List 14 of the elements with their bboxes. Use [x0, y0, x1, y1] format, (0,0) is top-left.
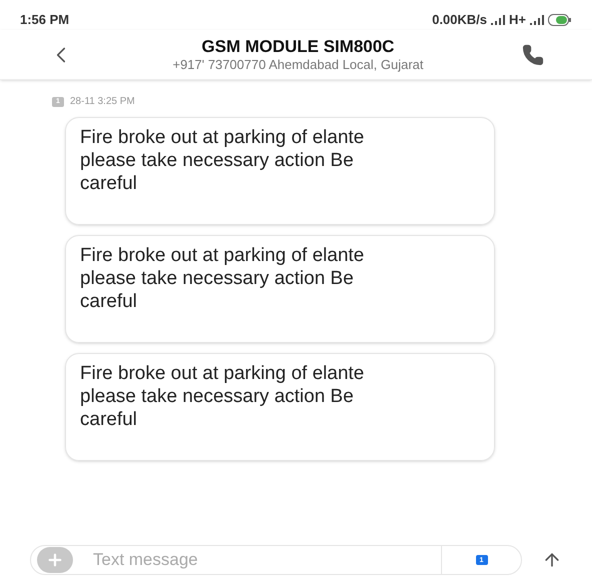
contact-title: GSM MODULE SIM800C — [202, 36, 394, 57]
network-speed: 0.00KB/s — [432, 11, 488, 30]
message-bubble: Fire broke out at parking of elante please take necessary action Be careful — [65, 235, 495, 343]
message-bubble: Fire broke out at parking of elante please take necessary action Be careful — [65, 117, 495, 225]
message-timestamp: 28-11 3:25 PM — [70, 95, 135, 109]
message-field[interactable]: Text message — [93, 547, 441, 573]
contact-subtitle: +917' 73700770 Ahemdabad Local, Gujarat — [172, 57, 424, 74]
battery-icon — [548, 14, 572, 26]
signal-icon — [530, 15, 544, 25]
status-time: 1:56 PM — [20, 11, 70, 30]
message-bubble: Fire broke out at parking of elante please take necessary action Be careful — [65, 353, 495, 461]
network-type: H+ — [509, 11, 526, 30]
signal-icon — [491, 15, 506, 25]
phone-icon[interactable] — [522, 44, 544, 66]
